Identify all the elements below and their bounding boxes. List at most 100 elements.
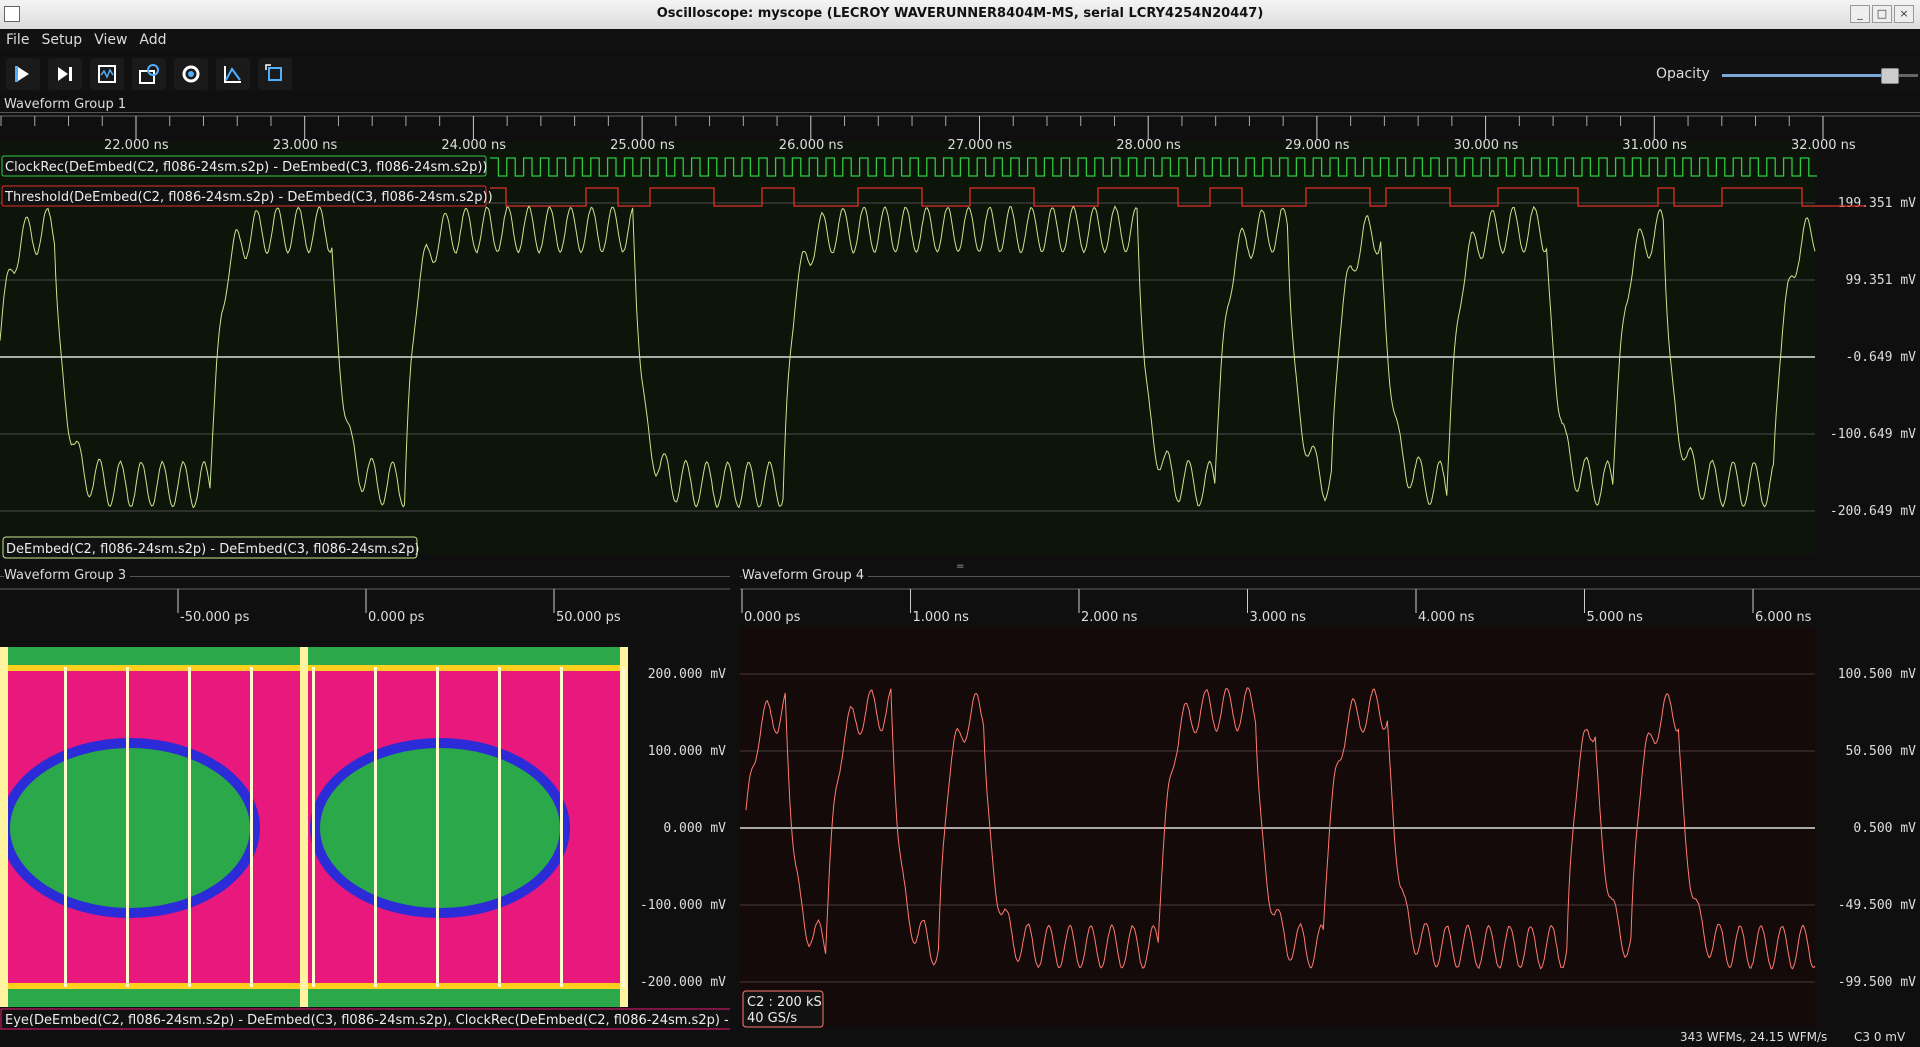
single-button[interactable] (48, 58, 82, 90)
group4-rule (740, 576, 1920, 577)
waveform-group4-svg: 0.000 ps 1.000 ns 2.000 ns 3.000 ns 4.000 ns… (740, 588, 1920, 1028)
stop-button[interactable] (90, 58, 124, 90)
menu-view[interactable]: View (88, 29, 133, 48)
y-axis-label: 200.000 mV (648, 667, 726, 682)
menu-setup[interactable]: Setup (35, 29, 88, 48)
time-tick-label: 26.000 ns (779, 138, 844, 153)
eye-vertical-streak (188, 667, 191, 987)
minimize-icon[interactable]: _ (1850, 5, 1870, 23)
eye-vertical-streak (622, 667, 625, 987)
time-tick-label: 5.000 ns (1587, 610, 1644, 625)
time-tick-label: 24.000 ns (441, 138, 506, 153)
eye-vertical-streak (250, 667, 253, 987)
y-axis-label: -100.649 mV (1830, 427, 1916, 442)
time-tick-label: 31.000 ns (1622, 138, 1687, 153)
time-tick-label: 22.000 ns (104, 138, 169, 153)
time-tick-label: 50.000 ps (556, 610, 621, 625)
time-tick-label: 3.000 ns (1250, 610, 1307, 625)
time-tick-label: 4.000 ns (1418, 610, 1475, 625)
y-axis-label: -49.500 mV (1838, 898, 1916, 913)
fullscreen-button[interactable] (258, 58, 292, 90)
y-axis-label: 0.500 mV (1853, 821, 1916, 836)
time-tick-label: 25.000 ns (610, 138, 675, 153)
time-tick-label: 29.000 ns (1285, 138, 1350, 153)
maximize-icon[interactable]: □ (1872, 5, 1892, 23)
group4-title: Waveform Group 4 (742, 568, 869, 583)
time-tick-label: 0.000 ps (368, 610, 425, 625)
group1-rule (0, 112, 1920, 113)
y-axis-label: 100.500 mV (1838, 667, 1916, 682)
slider-thumb[interactable] (1880, 68, 1899, 84)
time-tick-label: 6.000 ns (1755, 610, 1812, 625)
group1-plot[interactable]: 22.000 ns 23.000 ns 24.000 ns 25.000 ns 26.0… (0, 114, 1920, 562)
group3-plot[interactable]: -50.000 ps 0.000 ps 50.000 ps 200.000 mV 100… (0, 587, 730, 1030)
group1-title: Waveform Group 1 (4, 97, 131, 112)
group4-plot[interactable]: 0.000 ps 1.000 ns 2.000 ns 3.000 ns 4.000 ns… (740, 587, 1920, 1030)
close-icon[interactable]: × (1894, 5, 1914, 23)
history-button[interactable] (132, 58, 166, 90)
eye-opening (10, 748, 250, 908)
y-axis-label: 99.351 mV (1846, 273, 1917, 288)
y-axis-label: 50.500 mV (1846, 744, 1917, 759)
eye-vertical-streak (374, 667, 377, 987)
fullscreen-icon (265, 64, 282, 81)
plot-background (740, 627, 1815, 1027)
eye-rail (4, 647, 626, 665)
eye-vertical-streak (312, 667, 315, 987)
time-tick-label: 1.000 ns (913, 610, 970, 625)
refresh-icon (182, 65, 200, 83)
time-tick-label: 23.000 ns (273, 138, 338, 153)
splitter-handle[interactable]: = (956, 561, 964, 572)
time-tick-label: 2.000 ns (1081, 610, 1138, 625)
digital-trace-label: Threshold(DeEmbed(C2, fl086-24sm.s2p) - … (4, 190, 493, 205)
refresh-button[interactable] (174, 58, 208, 90)
group3-title: Waveform Group 3 (4, 568, 131, 583)
history-icon (139, 64, 159, 84)
status-trigger: C3 0 mV (1854, 1030, 1906, 1044)
slider-fill (1722, 74, 1889, 77)
y-axis-label: -200.000 mV (640, 975, 726, 990)
single-icon (58, 67, 72, 81)
channel-info-line1: C2 : 200 kS (747, 995, 822, 1010)
y-axis-label: -99.500 mV (1838, 975, 1916, 990)
y-axis-label: -100.000 mV (640, 898, 726, 913)
eye-opening (320, 748, 560, 908)
y-axis-label: -0.649 mV (1846, 350, 1917, 365)
trace-label: Eye(DeEmbed(C2, fl086-24sm.s2p) - DeEmbe… (5, 1013, 730, 1028)
autoscale-button[interactable] (216, 58, 250, 90)
opacity-slider[interactable] (1722, 66, 1918, 86)
y-axis-label: 199.351 mV (1838, 196, 1916, 211)
menu-bar: File Setup View Add (0, 29, 1920, 51)
time-tick-label: 32.000 ns (1791, 138, 1856, 153)
y-axis-label: -200.649 mV (1830, 504, 1916, 519)
waveform-group1-svg: 22.000 ns 23.000 ns 24.000 ns 25.000 ns 26.0… (0, 115, 1920, 559)
time-tick-label: 0.000 ps (744, 610, 801, 625)
title-bar: Oscilloscope: myscope (LECROY WAVERUNNER… (0, 0, 1920, 30)
eye-vertical-streak (498, 667, 501, 987)
eye-crossing (0, 647, 8, 1007)
trace-label: DeEmbed(C2, fl086-24sm.s2p) - DeEmbed(C3… (6, 542, 419, 557)
eye-rail (4, 989, 626, 1007)
y-axis-label: 100.000 mV (648, 744, 726, 759)
eye-vertical-streak (126, 667, 129, 987)
time-tick-label: 28.000 ns (1116, 138, 1181, 153)
start-icon (15, 66, 29, 82)
time-tick-label: 27.000 ns (948, 138, 1013, 153)
status-rate: 343 WFMs, 24.15 WFM/s (1680, 1030, 1828, 1044)
y-axis-label: 0.000 mV (663, 821, 726, 836)
eye-vertical-streak (64, 667, 67, 987)
menu-file[interactable]: File (0, 29, 35, 48)
toolbar (0, 56, 1920, 92)
start-button[interactable] (6, 58, 40, 90)
eye-vertical-streak (560, 667, 563, 987)
menu-add[interactable]: Add (133, 29, 172, 48)
eye-diagram-svg: -50.000 ps 0.000 ps 50.000 ps 200.000 mV 100… (0, 588, 730, 1030)
autoscale-icon (224, 66, 241, 83)
digital-trace-label: ClockRec(DeEmbed(C2, fl086-24sm.s2p) - D… (5, 160, 488, 175)
window-title: Oscilloscope: myscope (LECROY WAVERUNNER… (656, 6, 1264, 21)
channel-info-line2: 40 GS/s (747, 1011, 797, 1026)
time-tick-label: -50.000 ps (180, 610, 250, 625)
opacity-label: Opacity (1656, 66, 1710, 82)
stop-icon (98, 65, 116, 83)
time-tick-label: 30.000 ns (1454, 138, 1519, 153)
